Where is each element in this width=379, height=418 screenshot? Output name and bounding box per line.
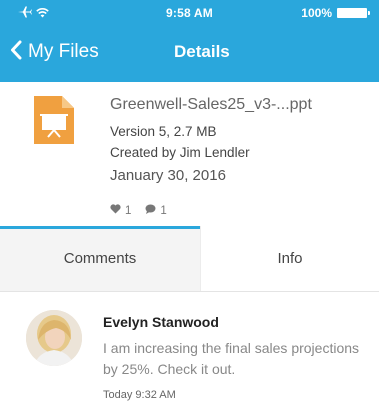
- like-count: 1: [125, 204, 132, 217]
- file-creator: Created by Jim Lendler: [110, 145, 250, 160]
- comment-author: Evelyn Stanwood: [103, 314, 219, 330]
- active-tab-indicator: [0, 226, 200, 229]
- comment-count: 1: [160, 204, 167, 217]
- file-details-screen: 9:58 AM 100% My Files Details Greenwell-…: [0, 0, 379, 418]
- detail-tabs: Comments Info: [0, 226, 379, 292]
- back-button[interactable]: My Files: [10, 30, 99, 74]
- navigation-bar: My Files Details: [0, 30, 379, 74]
- back-label: My Files: [28, 41, 99, 62]
- file-summary: Greenwell-Sales25_v3-...ppt Version 5, 2…: [0, 82, 379, 226]
- battery-icon: [337, 8, 370, 18]
- tab-info[interactable]: Info: [200, 226, 379, 291]
- battery-percent: 100%: [301, 6, 332, 20]
- page-title: Details: [174, 42, 230, 61]
- avatar: [26, 310, 82, 366]
- like-stat[interactable]: 1: [110, 204, 131, 217]
- comment-item[interactable]: Evelyn Stanwood I am increasing the fina…: [0, 292, 379, 418]
- heart-icon: [110, 204, 121, 217]
- status-bar: 9:58 AM 100%: [0, 0, 379, 24]
- file-name: Greenwell-Sales25_v3-...ppt: [110, 96, 312, 113]
- file-info: Greenwell-Sales25_v3-...ppt Version 5, 2…: [110, 96, 312, 184]
- file-date: January 30, 2016: [110, 167, 226, 184]
- tab-info-label: Info: [277, 250, 303, 267]
- presentation-file-icon: [34, 96, 74, 144]
- comment-stat[interactable]: 1: [145, 204, 167, 217]
- status-right: 100%: [301, 6, 370, 20]
- comment-timestamp: Today 9:32 AM: [103, 389, 176, 401]
- chevron-left-icon: [10, 40, 22, 65]
- header: 9:58 AM 100% My Files Details: [0, 0, 379, 82]
- file-version: Version 5, 2.7 MB: [110, 124, 217, 139]
- comment-bubble-icon: [145, 204, 156, 217]
- comment-text: I am increasing the final sales projecti…: [103, 340, 360, 377]
- tab-comments-label: Comments: [63, 250, 137, 267]
- file-stats: 1 1: [110, 204, 167, 217]
- tab-comments[interactable]: Comments: [0, 226, 200, 291]
